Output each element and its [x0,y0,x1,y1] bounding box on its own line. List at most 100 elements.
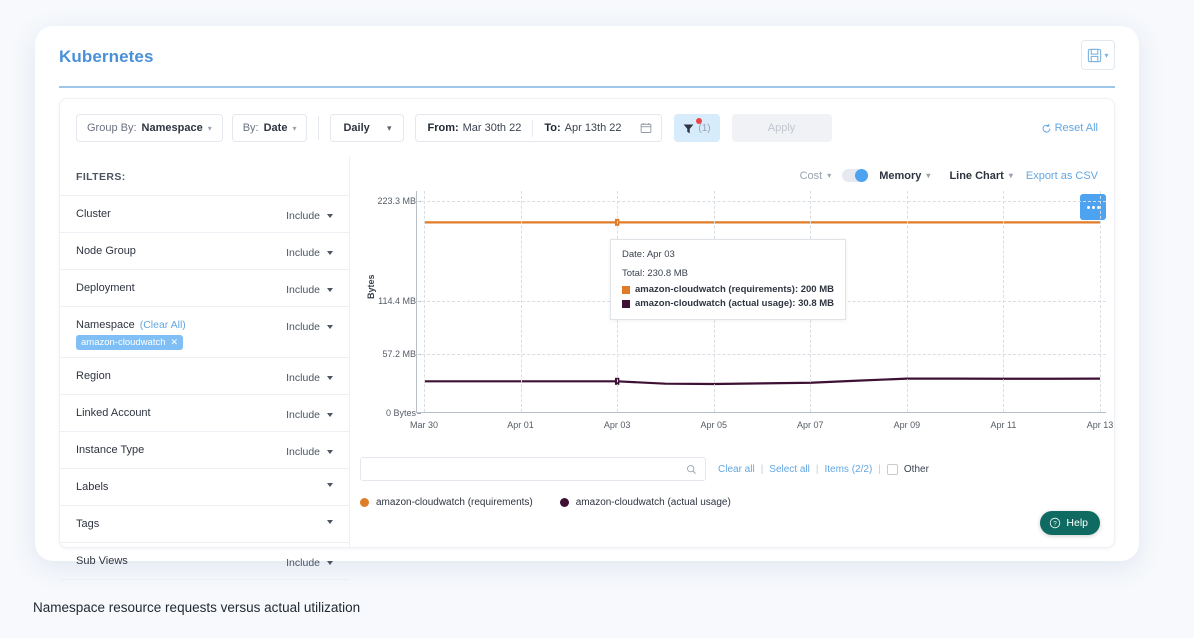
save-report-button[interactable]: ▾ [1081,40,1115,70]
calendar-icon [640,123,651,133]
funnel-icon [684,123,694,133]
filter-row-namespace[interactable]: Namespace (Clear All) amazon-cloudwatch ✕ In… [60,307,349,358]
by-label: By: [242,122,259,134]
filter-name: Namespace [76,319,135,331]
filter-row-region[interactable]: Region Include [60,358,349,395]
filter-mode-dropdown[interactable]: Include [286,270,333,296]
calendar-button[interactable] [633,122,661,134]
header-divider [59,86,1115,88]
x-axis-tick-label: Mar 30 [409,420,439,430]
filter-left: Sub Views [76,543,128,567]
help-button[interactable]: ? Help [1040,511,1100,535]
close-icon[interactable]: ✕ [171,337,179,348]
date-range-control[interactable]: From: Mar 30th 22 To: Apr 13th 22 [415,114,662,142]
filter-toggle-button[interactable]: (1) [673,114,720,142]
granularity-dropdown[interactable]: Daily ▾ [330,114,405,142]
filter-mode-dropdown[interactable]: Include [286,543,333,569]
tooltip-series-row: amazon-cloudwatch (requirements): 200 MB [622,284,834,295]
filter-mode-dropdown[interactable] [320,506,333,524]
vertical-gridline [906,191,908,412]
filter-row-deployment[interactable]: Deployment Include [60,270,349,307]
chart-options-button[interactable] [1080,194,1106,220]
search-icon [687,464,696,474]
filter-mode-dropdown[interactable] [320,469,333,487]
card-header: Kubernetes ▾ [59,38,1115,88]
chevron-down-icon: ▾ [1008,171,1013,180]
tooltip-date: Date: Apr 03 [622,249,675,260]
tooltip-color-swatch [622,285,630,294]
chevron-down-icon: ▾ [292,123,297,133]
main-card: Kubernetes ▾ Group By: Namespace ▾ By: D… [35,26,1139,580]
filter-chip[interactable]: amazon-cloudwatch ✕ [76,335,184,350]
filter-name: Node Group [76,245,136,257]
link-separator: | [760,463,764,475]
clear-all-link[interactable]: Clear all [718,464,755,475]
legend-links: Clear all | Select all | Items (2/2) | O… [718,463,929,475]
legend-item[interactable]: amazon-cloudwatch (requirements) [360,497,533,508]
filter-name: Tags [76,518,100,530]
filter-mode-dropdown[interactable]: Include [286,307,333,333]
by-dropdown[interactable]: By: Date ▾ [231,114,308,142]
chart-legend: amazon-cloudwatch (requirements) amazon-c… [360,497,731,508]
filter-mode-dropdown[interactable]: Include [286,395,333,421]
other-label: Other [903,463,929,475]
filter-row-tags[interactable]: Tags [60,506,349,543]
filter-mode-dropdown[interactable]: Include [286,196,333,222]
export-csv-link[interactable]: Export as CSV [1026,170,1098,182]
to-label: To: [544,122,561,134]
apply-button[interactable]: Apply [731,114,832,142]
metric-toggle[interactable] [842,169,869,182]
group-by-label: Group By: [87,122,137,134]
filter-row-sub-views[interactable]: Sub Views Include [60,543,349,580]
chart-type-dropdown[interactable]: Line Chart ▾ [949,170,1012,182]
filter-name: Instance Type [76,444,145,456]
filter-left: Region [76,358,111,382]
line-chart: Bytes 0 Bytes 57.2 MB 114.4 MB 223.3 MB Mar… [350,191,1116,441]
filter-mode-dropdown[interactable]: Include [286,432,333,458]
y-axis-tick-label: 0 Bytes [385,408,422,418]
filter-mode-dropdown[interactable]: Include [286,233,333,259]
filters-heading: FILTERS: [60,157,349,196]
filter-name: Region [76,370,111,382]
search-input[interactable] [369,463,669,475]
legend-search-box[interactable] [360,457,706,481]
chart-controls: Cost ▾ Memory ▾ Line Chart ▾ Export as C… [350,157,1114,182]
memory-metric-option[interactable]: Memory ▾ [879,170,930,182]
svg-text:?: ? [1054,521,1058,528]
other-checkbox[interactable] [886,463,898,475]
page-title: Kubernetes [59,47,154,66]
select-all-link[interactable]: Select all [769,464,810,475]
filter-row-node-group[interactable]: Node Group Include [60,233,349,270]
date-to[interactable]: To: Apr 13th 22 [533,115,632,141]
filter-row-instance-type[interactable]: Instance Type Include [60,432,349,469]
reset-all-button[interactable]: Reset All [1041,122,1098,134]
filter-name: Labels [76,481,109,493]
filter-row-labels[interactable]: Labels [60,469,349,506]
reset-all-label: Reset All [1054,122,1098,134]
filter-mode-label: Include [286,284,320,296]
figure-caption: Namespace resource requests versus actua… [33,600,361,615]
caret-down-icon [327,413,333,417]
filter-mode-dropdown[interactable]: Include [286,358,333,384]
caret-down-icon [327,520,333,524]
filter-left: Deployment [76,270,135,294]
x-axis-tick-label: Apr 07 [797,420,824,430]
filter-name: Cluster [76,208,111,220]
cost-metric-option[interactable]: Cost ▾ [800,170,832,182]
filter-clear-all-link[interactable]: (Clear All) [140,319,186,331]
items-count-link[interactable]: Items (2/2) [824,464,872,475]
legend-item[interactable]: amazon-cloudwatch (actual usage) [559,497,731,508]
legend-label: amazon-cloudwatch (requirements) [376,497,533,508]
filter-row-cluster[interactable]: Cluster Include [60,196,349,233]
y-axis-tick-label: 223.3 MB [377,195,421,206]
group-by-dropdown[interactable]: Group By: Namespace ▾ [76,114,223,142]
filter-chip-label: amazon-cloudwatch [81,337,166,348]
date-from[interactable]: From: Mar 30th 22 [416,115,532,141]
filter-row-linked-account[interactable]: Linked Account Include [60,395,349,432]
filter-left: Cluster [76,196,111,220]
link-separator: | [815,463,819,475]
chart-area: Cost ▾ Memory ▾ Line Chart ▾ Export as C… [350,157,1114,547]
floppy-disk-icon [1088,48,1102,62]
filter-left: Labels [76,469,108,493]
caret-down-icon [327,214,333,218]
